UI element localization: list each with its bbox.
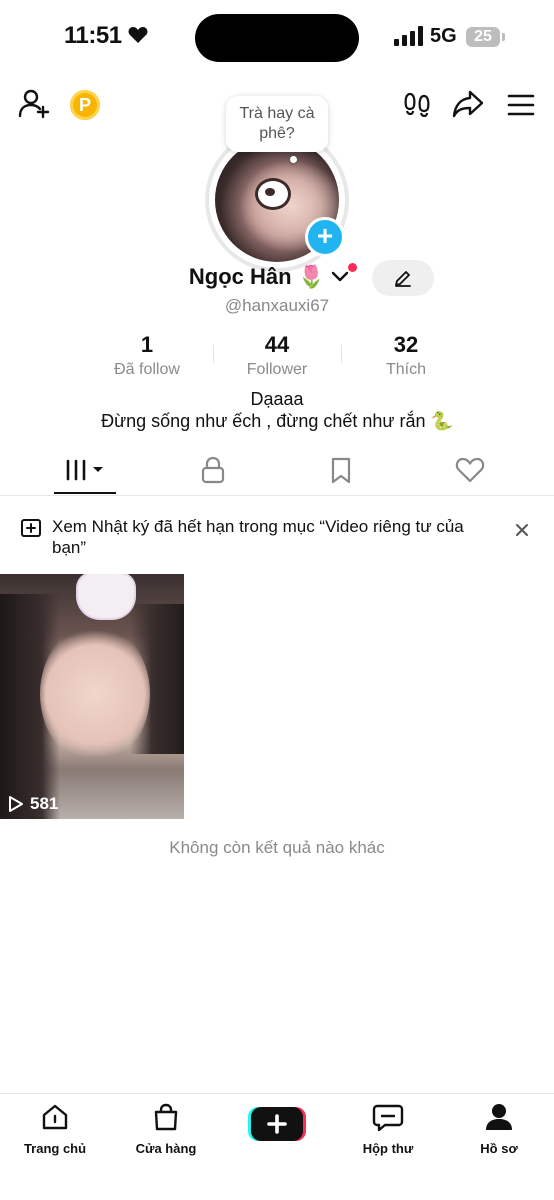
tabs-divider <box>0 495 554 496</box>
profile-icon <box>486 1104 512 1130</box>
nav-label: Cửa hàng <box>135 1141 197 1156</box>
stat-label: Đã follow <box>114 361 180 378</box>
signal-icon <box>394 26 423 46</box>
thumbnail-subject <box>40 624 150 764</box>
bio-line: Đừng sống như ếch , đừng chết như rắn 🐍 <box>101 411 453 431</box>
tab-saved-bookmark-icon[interactable] <box>329 455 353 485</box>
create-button[interactable] <box>248 1105 306 1143</box>
bubble-tail <box>290 156 297 163</box>
stat-label: Follower <box>246 361 308 378</box>
stat-followers[interactable]: 44 Follower <box>212 332 342 379</box>
video-thumbnail[interactable] <box>0 574 184 819</box>
coin-icon[interactable]: P <box>70 90 100 120</box>
nav-profile[interactable]: Hồ sơ <box>444 1102 554 1156</box>
username: @hanxauxi67 <box>224 296 330 315</box>
add-friend-icon[interactable] <box>18 88 50 120</box>
tab-liked-heart-icon[interactable] <box>455 455 485 485</box>
bottom-nav-divider <box>0 1093 554 1094</box>
expired-diary-notice[interactable]: Xem Nhật ký đã hết hạn trong mục “Video … <box>52 516 472 558</box>
message-icon <box>372 1104 404 1132</box>
close-icon[interactable] <box>514 522 530 538</box>
network-type: 5G <box>430 25 457 47</box>
video-views: 581 <box>8 794 58 814</box>
diary-plus-icon <box>21 519 41 537</box>
stat-value: 32 <box>393 332 419 357</box>
bio-line: Dạaaa <box>250 389 304 409</box>
battery-tip <box>502 33 505 41</box>
footprints-icon[interactable] <box>402 90 432 120</box>
battery-icon: 25 <box>466 27 500 47</box>
heart-icon <box>128 27 148 43</box>
stat-likes[interactable]: 32 Thích <box>341 332 471 379</box>
status-time: 11:51 <box>64 22 148 50</box>
view-count: 581 <box>30 794 59 813</box>
nav-label: Trang chủ <box>23 1141 87 1156</box>
display-name: Ngọc Hân 🌷 <box>188 264 326 289</box>
chevron-down-icon[interactable] <box>331 271 349 283</box>
shopping-bag-icon <box>154 1103 178 1131</box>
menu-icon[interactable] <box>507 93 535 117</box>
stat-value: 44 <box>264 332 290 357</box>
stat-value: 1 <box>140 332 154 357</box>
nav-label: Hồ sơ <box>480 1141 518 1156</box>
nav-shop[interactable]: Cửa hàng <box>111 1102 221 1156</box>
ghost-sticker <box>78 574 134 618</box>
no-more-results: Không còn kết quả nào khác <box>169 838 385 857</box>
notification-dot <box>348 263 357 272</box>
dynamic-island <box>195 14 359 62</box>
tab-private-lock-icon[interactable] <box>200 455 226 485</box>
share-icon[interactable] <box>452 89 484 119</box>
tab-active-indicator <box>54 492 116 494</box>
home-icon <box>42 1104 68 1130</box>
note-bubble[interactable]: Trà hay cà phê? <box>226 96 328 152</box>
add-avatar-button[interactable]: + <box>305 217 345 257</box>
nav-inbox[interactable]: Hộp thư <box>333 1102 443 1156</box>
nav-home[interactable]: Trang chủ <box>0 1102 110 1156</box>
play-icon <box>9 796 23 812</box>
stat-label: Thích <box>385 361 426 378</box>
pencil-icon <box>395 271 411 287</box>
profile-name-row: Ngọc Hân 🌷 <box>0 264 554 290</box>
stat-following[interactable]: 1 Đã follow <box>82 332 212 379</box>
nav-label: Hộp thư <box>362 1141 414 1156</box>
tab-videos-grid-icon[interactable] <box>64 455 108 485</box>
edit-profile-button[interactable] <box>372 260 434 296</box>
